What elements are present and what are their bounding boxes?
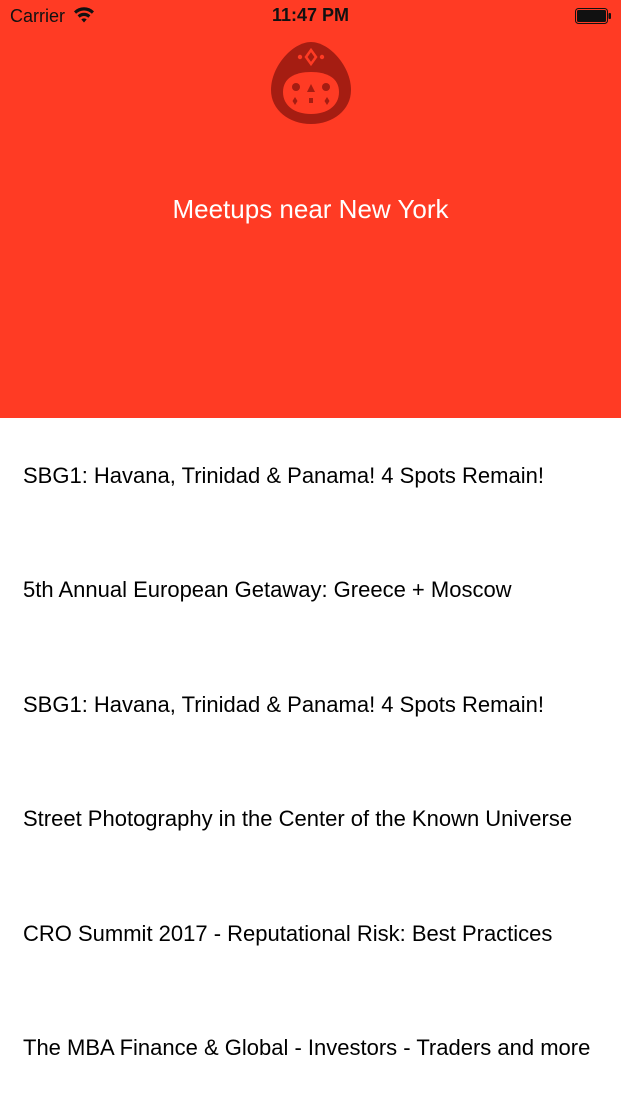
meetup-mascot-icon	[271, 42, 351, 124]
list-item-title: CRO Summit 2017 - Reputational Risk: Bes…	[23, 920, 553, 946]
list-item-title: 5th Annual European Getaway: Greece + Mo…	[23, 577, 512, 603]
page-title: Meetups near New York	[172, 194, 449, 224]
list-item-title: SBG1: Havana, Trinidad & Panama! 4 Spots…	[23, 463, 544, 488]
battery-icon	[575, 8, 611, 24]
status-bar: Carrier 11:47 PM	[0, 0, 621, 32]
list-item[interactable]: 5th Annual European Getaway: Greece + Mo…	[0, 532, 621, 646]
list-item[interactable]: CRO Summit 2017 - Reputational Risk: Bes…	[0, 876, 621, 990]
header: Carrier 11:47 PM Meetups near New York	[0, 0, 621, 418]
app-screen: Carrier 11:47 PM Meetups near New York S…	[0, 0, 621, 1104]
list-item-title: Street Photography in the Center of the …	[23, 806, 573, 832]
list-item[interactable]: The MBA Finance & Global - Investors - T…	[0, 990, 621, 1104]
clock: 11:47 PM	[271, 5, 350, 25]
list-item-title: The MBA Finance & Global - Investors - T…	[23, 1034, 591, 1060]
list-item-title: SBG1: Havana, Trinidad & Panama! 4 Spots…	[23, 691, 544, 717]
list-item[interactable]: SBG1: Havana, Trinidad & Panama! 4 Spots…	[0, 647, 621, 761]
list-item[interactable]: SBG1: Havana, Trinidad & Panama! 4 Spots…	[0, 418, 621, 532]
list-item[interactable]: Street Photography in the Center of the …	[0, 761, 621, 875]
meetup-list[interactable]: SBG1: Havana, Trinidad & Panama! 4 Spots…	[0, 418, 621, 1104]
